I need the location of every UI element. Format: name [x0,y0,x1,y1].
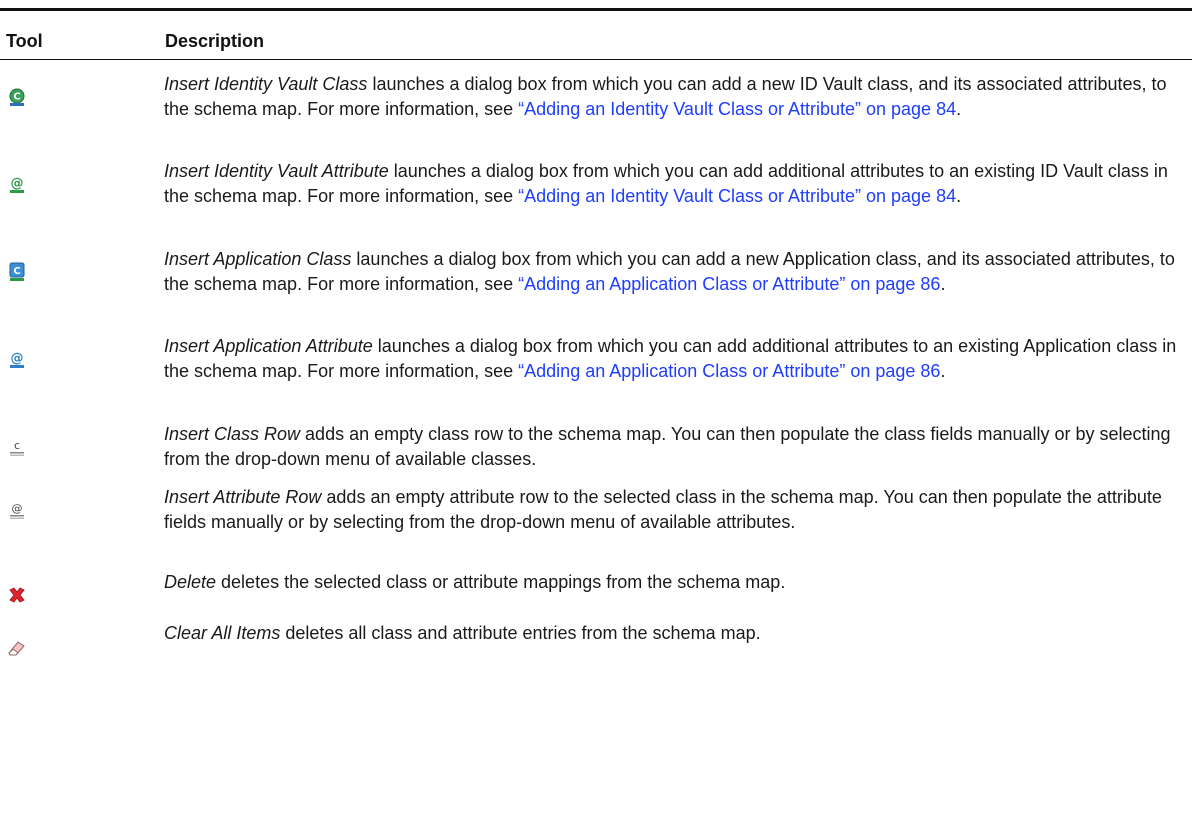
tool-column-header: Tool [6,31,43,51]
eraser-icon [6,636,28,658]
row-description: Insert Identity Vault Attribute launches… [164,159,1179,209]
row-description: Insert Class Row adds an empty class row… [164,422,1179,472]
row-description: Clear All Items deletes all class and at… [164,621,1179,646]
row-description: Insert Application Class launches a dial… [164,247,1179,297]
tool-name: Insert Attribute Row [164,487,322,507]
insert-identity-vault-class-icon: C [6,85,28,107]
svg-text:@: @ [11,351,24,366]
svg-text:@: @ [12,502,23,515]
period: . [940,274,946,294]
insert-identity-vault-attribute-icon: @ [6,172,28,194]
insert-application-class-icon: C [6,260,28,282]
tool-name: Insert Application Attribute [164,336,373,356]
tool-name: Delete [164,572,217,592]
table-top-rule [0,8,1192,11]
cross-reference-link[interactable]: “Adding an Identity Vault Class or Attri… [518,186,956,206]
svg-text:C: C [13,92,20,103]
insert-application-attribute-icon: @ [6,347,28,369]
period: . [956,186,962,206]
cross-reference-link[interactable]: “Adding an Identity Vault Class or Attri… [518,99,956,119]
row-description: Insert Attribute Row adds an empty attri… [164,485,1179,535]
tool-name: Insert Class Row [164,424,301,444]
row-description: Insert Application Attribute launches a … [164,334,1179,384]
svg-text:c: c [14,439,20,452]
insert-attribute-row-icon: @ [6,498,28,520]
insert-class-row-icon: c [6,435,28,457]
tool-name: Insert Application Class [164,249,352,269]
description-text: adds an empty class row to the schema ma… [164,424,1171,469]
cross-reference-link[interactable]: “Adding an Application Class or Attribut… [518,274,940,294]
cross-reference-link[interactable]: “Adding an Application Class or Attribut… [518,361,940,381]
tool-name: Insert Identity Vault Attribute [164,161,389,181]
tool-name: Clear All Items [164,623,281,643]
description-text: deletes all class and attribute entries … [280,623,761,643]
tool-name: Insert Identity Vault Class [164,74,368,94]
row-description: Delete deletes the selected class or att… [164,570,1179,595]
header-rule [0,59,1192,60]
svg-text:C: C [13,266,20,277]
row-description: Insert Identity Vault Class launches a d… [164,72,1179,122]
svg-text:@: @ [11,176,24,191]
period: . [940,361,946,381]
delete-icon [6,584,28,606]
period: . [956,99,962,119]
description-text: deletes the selected class or attribute … [216,572,786,592]
description-column-header: Description [165,31,265,51]
